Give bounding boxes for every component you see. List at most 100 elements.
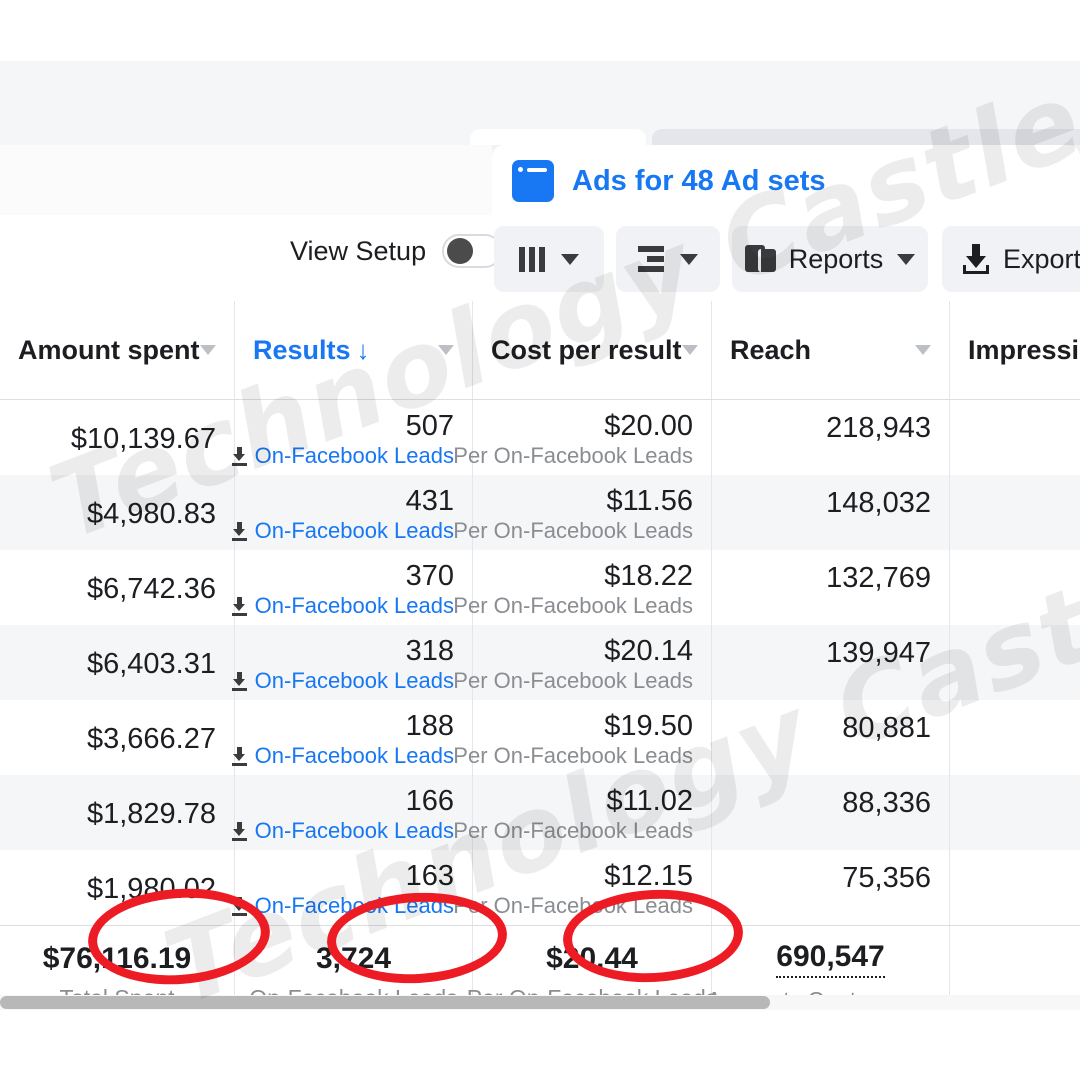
cell-cost-per-result: $11.56Per On-Facebook Leads: [473, 475, 712, 550]
selection-card: 48 selected ✕: [0, 145, 492, 215]
cell-impressions: [950, 700, 1080, 775]
table-row[interactable]: $1,829.78166On-Facebook Leads$11.02Per O…: [0, 775, 1080, 850]
column-header-impressions[interactable]: Impressions: [950, 301, 1080, 399]
download-icon: [232, 897, 247, 916]
results-breakdown-label: On-Facebook Leads: [255, 895, 454, 917]
column-header-reach[interactable]: Reach: [712, 301, 950, 399]
column-header-cost-per-result[interactable]: Cost per result: [473, 301, 712, 399]
results-breakdown-label: On-Facebook Leads: [255, 445, 454, 467]
cell-cost-per-result: $20.00Per On-Facebook Leads: [473, 400, 712, 475]
total-cost-value: $20.44: [546, 942, 638, 976]
view-setup-control[interactable]: View Setup: [290, 234, 502, 268]
results-breakdown-label: On-Facebook Leads: [255, 670, 454, 692]
cell-cost-per-result: $12.15Per On-Facebook Leads: [473, 850, 712, 925]
breakdown-button[interactable]: [616, 226, 720, 292]
cell-amount-spent: $3,666.27: [0, 700, 235, 775]
results-value: 370: [406, 562, 454, 591]
chevron-down-icon[interactable]: [915, 345, 931, 355]
tab-ads-for-ad-sets[interactable]: Ads for 48 Ad sets: [492, 145, 1080, 217]
results-breakdown-link[interactable]: On-Facebook Leads: [232, 595, 454, 617]
reports-button[interactable]: Reports: [732, 226, 928, 292]
cost-breakdown-label: Per On-Facebook Leads: [453, 445, 693, 467]
table-row[interactable]: $3,666.27188On-Facebook Leads$19.50Per O…: [0, 700, 1080, 775]
download-icon: [232, 447, 247, 466]
top-blank-area: [0, 0, 1080, 61]
export-button[interactable]: Export: [942, 226, 1080, 292]
results-value: 188: [406, 712, 454, 741]
cost-value: $18.22: [604, 562, 693, 591]
cell-results: 166On-Facebook Leads: [235, 775, 473, 850]
cell-amount-spent: $6,742.36: [0, 550, 235, 625]
column-header-label: Cost per result: [491, 335, 682, 366]
cell-reach: 75,356: [712, 850, 950, 925]
chevron-down-icon[interactable]: [682, 345, 698, 355]
results-breakdown-link[interactable]: On-Facebook Leads: [232, 445, 454, 467]
reach-value: 88,336: [842, 789, 931, 818]
cell-impressions: [950, 625, 1080, 700]
columns-button[interactable]: [494, 226, 604, 292]
date-toolbar: Save Clear Maximum: Sep 30, 2021 – Feb 2…: [0, 61, 1080, 145]
column-header-amount-spent[interactable]: Amount spent: [0, 301, 235, 399]
cost-value: $20.14: [604, 637, 693, 666]
ads-window-icon: [512, 160, 554, 202]
column-header-results[interactable]: Results ↓: [235, 301, 473, 399]
horizontal-scrollbar-thumb[interactable]: [0, 996, 770, 1009]
results-value: 507: [406, 412, 454, 441]
cell-impressions: [950, 775, 1080, 850]
cell-amount-spent: $6,403.31: [0, 625, 235, 700]
results-breakdown-link[interactable]: On-Facebook Leads: [232, 745, 454, 767]
cell-impressions: [950, 550, 1080, 625]
cost-breakdown-label: Per On-Facebook Leads: [453, 595, 693, 617]
cell-cost-per-result: $18.22Per On-Facebook Leads: [473, 550, 712, 625]
cost-breakdown-label: Per On-Facebook Leads: [453, 895, 693, 917]
column-header-label: Reach: [730, 335, 811, 366]
bottom-blank-area: [0, 1010, 1080, 1080]
cell-impressions: [950, 850, 1080, 925]
reach-value: 132,769: [826, 564, 931, 593]
chevron-down-icon[interactable]: [200, 345, 216, 355]
table-row[interactable]: $6,742.36370On-Facebook Leads$18.22Per O…: [0, 550, 1080, 625]
results-breakdown-label: On-Facebook Leads: [255, 520, 454, 542]
chevron-down-icon: [561, 254, 579, 265]
reports-label: Reports: [789, 244, 884, 275]
download-icon: [232, 672, 247, 691]
reach-value: 218,943: [826, 414, 931, 443]
cost-breakdown-label: Per On-Facebook Leads: [453, 670, 693, 692]
cost-breakdown-label: Per On-Facebook Leads: [453, 520, 693, 542]
download-icon: [232, 822, 247, 841]
table-row[interactable]: $4,980.83 431On-Facebook Leads$11.56Per O…: [0, 475, 1080, 550]
table-row[interactable]: $1,980.02163On-Facebook Leads$12.15Per O…: [0, 850, 1080, 925]
table-row[interactable]: $6,403.31318On-Facebook Leads$20.14Per O…: [0, 625, 1080, 700]
export-download-icon: [963, 244, 989, 274]
cell-results: 431On-Facebook Leads: [235, 475, 473, 550]
toggle-knob: [447, 238, 473, 264]
cell-results: 188 On-Facebook Leads: [235, 700, 473, 775]
results-breakdown-link[interactable]: On-Facebook Leads: [232, 670, 454, 692]
amount-value: $4,980.83: [87, 500, 216, 529]
breakdown-icon: [638, 246, 664, 272]
cell-impressions: [950, 475, 1080, 550]
reach-value: 148,032: [826, 489, 931, 518]
reach-value: 80,881: [842, 714, 931, 743]
tab-ads-label: Ads for 48 Ad sets: [572, 165, 826, 198]
results-breakdown-link[interactable]: On-Facebook Leads: [232, 895, 454, 917]
reach-value: 75,356: [842, 864, 931, 893]
amount-value: $3,666.27: [87, 725, 216, 754]
cell-amount-spent: $1,829.78: [0, 775, 235, 850]
table-row[interactable]: $10,139.67 507 On-Facebook Leads $20.00Per …: [0, 400, 1080, 475]
chevron-down-icon[interactable]: [438, 345, 454, 355]
cell-reach: 80,881: [712, 700, 950, 775]
results-breakdown-link[interactable]: On-Facebook Leads: [232, 820, 454, 842]
cell-cost-per-result: $20.14Per On-Facebook Leads: [473, 625, 712, 700]
chevron-down-icon: [897, 254, 915, 265]
download-icon: [232, 522, 247, 541]
cell-amount-spent: $10,139.67: [0, 400, 235, 475]
cell-amount-spent: $1,980.02: [0, 850, 235, 925]
sort-descending-icon: ↓: [357, 335, 370, 366]
results-breakdown-link[interactable]: On-Facebook Leads: [232, 520, 454, 542]
amount-value: $1,980.02: [87, 875, 216, 904]
cell-reach: 218,943: [712, 400, 950, 475]
cell-reach: 148,032: [712, 475, 950, 550]
reach-value: 139,947: [826, 639, 931, 668]
view-setup-label: View Setup: [290, 236, 426, 267]
